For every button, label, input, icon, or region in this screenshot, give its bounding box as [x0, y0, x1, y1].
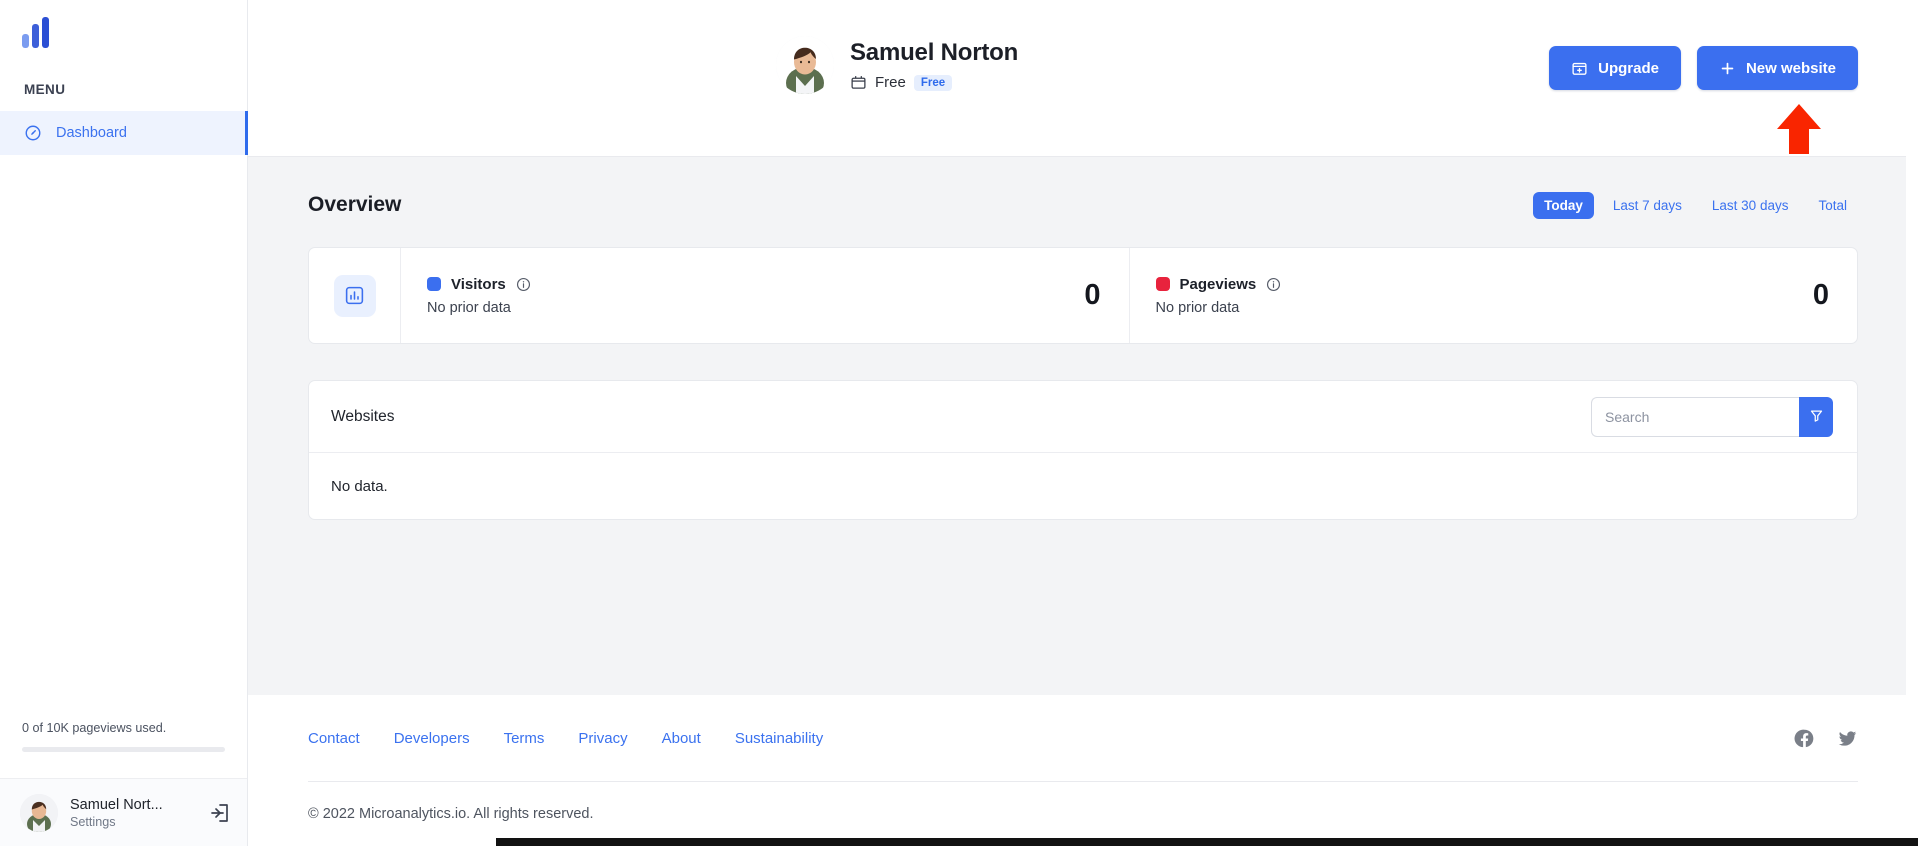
account-settings-label: Settings	[70, 814, 116, 829]
stats-card: Visitors No prior data 0 Pageviews No pr…	[308, 247, 1858, 344]
sidebar-item-label: Dashboard	[56, 125, 127, 141]
horizontal-scrollbar[interactable]	[496, 838, 1918, 846]
websites-card-header: Websites	[309, 381, 1857, 453]
footer-link-contact[interactable]: Contact	[308, 730, 360, 747]
account-meta: Samuel Nort... Settings	[70, 797, 195, 829]
twitter-icon[interactable]	[1837, 728, 1858, 749]
page-title: Samuel Norton	[850, 39, 1019, 66]
usage-text: 0 of 10K pageviews used.	[22, 721, 167, 735]
app-root: MENU Dashboard 0 of 10K pageviews used.	[0, 0, 1918, 854]
period-selector: Today Last 7 days Last 30 days Total	[1533, 191, 1858, 219]
page-header: Samuel Norton Free Free Upgrade New webs…	[248, 0, 1918, 157]
upgrade-box-icon	[1571, 60, 1588, 77]
filter-icon	[1809, 408, 1824, 426]
plan-name: Free	[875, 74, 906, 91]
info-icon[interactable]	[516, 277, 531, 292]
logout-icon[interactable]	[207, 801, 231, 825]
bar-chart-icon	[333, 274, 376, 317]
plus-icon	[1719, 60, 1736, 77]
profile-text: Samuel Norton Free Free	[850, 39, 1018, 91]
websites-search	[1591, 396, 1833, 437]
filter-button[interactable]	[1799, 396, 1833, 437]
footer-links: Contact Developers Terms Privacy About S…	[308, 730, 823, 747]
logo[interactable]	[0, 0, 247, 66]
period-last-30-days[interactable]: Last 30 days	[1701, 192, 1800, 219]
stat-visitors-left: Visitors No prior data	[427, 276, 531, 316]
sidebar: MENU Dashboard 0 of 10K pageviews used.	[0, 0, 248, 846]
main-area: Samuel Norton Free Free Upgrade New webs…	[248, 0, 1918, 846]
horizontal-scrollbar-thumb[interactable]	[496, 838, 1918, 846]
period-total[interactable]: Total	[1807, 192, 1858, 219]
no-data-text: No data.	[331, 477, 388, 495]
copyright-text: © 2022 Microanalytics.io. All rights res…	[308, 806, 594, 822]
stat-pageviews-subtitle: No prior data	[1155, 299, 1240, 316]
stat-visitors-header: Visitors	[427, 276, 531, 293]
footer-top-row: Contact Developers Terms Privacy About S…	[308, 695, 1858, 781]
upgrade-button[interactable]: Upgrade	[1549, 46, 1681, 90]
sidebar-item-dashboard[interactable]: Dashboard	[0, 111, 248, 155]
new-website-button-label: New website	[1745, 59, 1836, 77]
gauge-icon	[24, 124, 42, 142]
footer-socials	[1794, 728, 1858, 749]
microanalytics-logo-icon	[22, 17, 49, 48]
overview-title: Overview	[308, 193, 402, 216]
websites-empty-state: No data.	[309, 453, 1857, 519]
pageviews-color-swatch	[1155, 277, 1170, 291]
stat-pageviews-left: Pageviews No prior data	[1155, 275, 1282, 316]
usage-meter: 0 of 10K pageviews used.	[0, 721, 247, 752]
footer-link-sustainability[interactable]: Sustainability	[735, 730, 823, 747]
usage-progress-bar	[22, 747, 225, 752]
stat-pageviews-label: Pageviews	[1179, 275, 1257, 293]
plan-row: Free Free	[850, 74, 1018, 91]
websites-title: Websites	[331, 407, 395, 425]
visitors-color-swatch	[427, 277, 441, 291]
avatar	[776, 36, 834, 94]
page-footer: Contact Developers Terms Privacy About S…	[248, 695, 1918, 846]
profile-block: Samuel Norton Free Free	[776, 36, 1018, 94]
stat-pageviews-value: 0	[1812, 279, 1829, 311]
stat-visitors-label: Visitors	[451, 275, 506, 293]
footer-link-developers[interactable]: Developers	[394, 730, 470, 747]
footer-link-privacy[interactable]: Privacy	[578, 730, 627, 747]
sidebar-section-label: MENU	[24, 82, 66, 97]
footer-bottom-row: © 2022 Microanalytics.io. All rights res…	[308, 782, 1858, 846]
red-arrow-pointer-icon	[1776, 104, 1822, 154]
sidebar-account[interactable]: Samuel Nort... Settings	[0, 778, 247, 846]
stat-visitors-value: 0	[1084, 279, 1101, 311]
websites-card: Websites No data.	[308, 380, 1858, 520]
period-today[interactable]: Today	[1533, 191, 1594, 219]
avatar	[20, 793, 58, 832]
footer-link-about[interactable]: About	[662, 730, 701, 747]
status-badge: Free	[913, 74, 953, 91]
search-input[interactable]	[1591, 396, 1799, 437]
stat-pageviews: Pageviews No prior data 0	[1128, 248, 1858, 343]
account-name: Samuel Nort...	[70, 796, 163, 813]
upgrade-button-label: Upgrade	[1598, 59, 1659, 77]
info-icon[interactable]	[1266, 277, 1281, 292]
header-actions: Upgrade New website	[1549, 36, 1858, 90]
stat-visitors-subtitle: No prior data	[427, 299, 511, 316]
footer-link-terms[interactable]: Terms	[504, 730, 545, 747]
box-icon	[850, 74, 867, 91]
stats-icon-cell	[309, 248, 401, 343]
new-website-button[interactable]: New website	[1696, 46, 1858, 90]
facebook-icon[interactable]	[1794, 728, 1815, 749]
period-last-7-days[interactable]: Last 7 days	[1602, 192, 1693, 219]
overview-header: Overview Today Last 7 days Last 30 days …	[308, 185, 1858, 225]
dashboard-content: Overview Today Last 7 days Last 30 days …	[248, 157, 1918, 695]
right-gutter	[1906, 0, 1918, 854]
stat-pageviews-header: Pageviews	[1155, 275, 1282, 293]
stat-visitors: Visitors No prior data 0	[401, 248, 1129, 343]
